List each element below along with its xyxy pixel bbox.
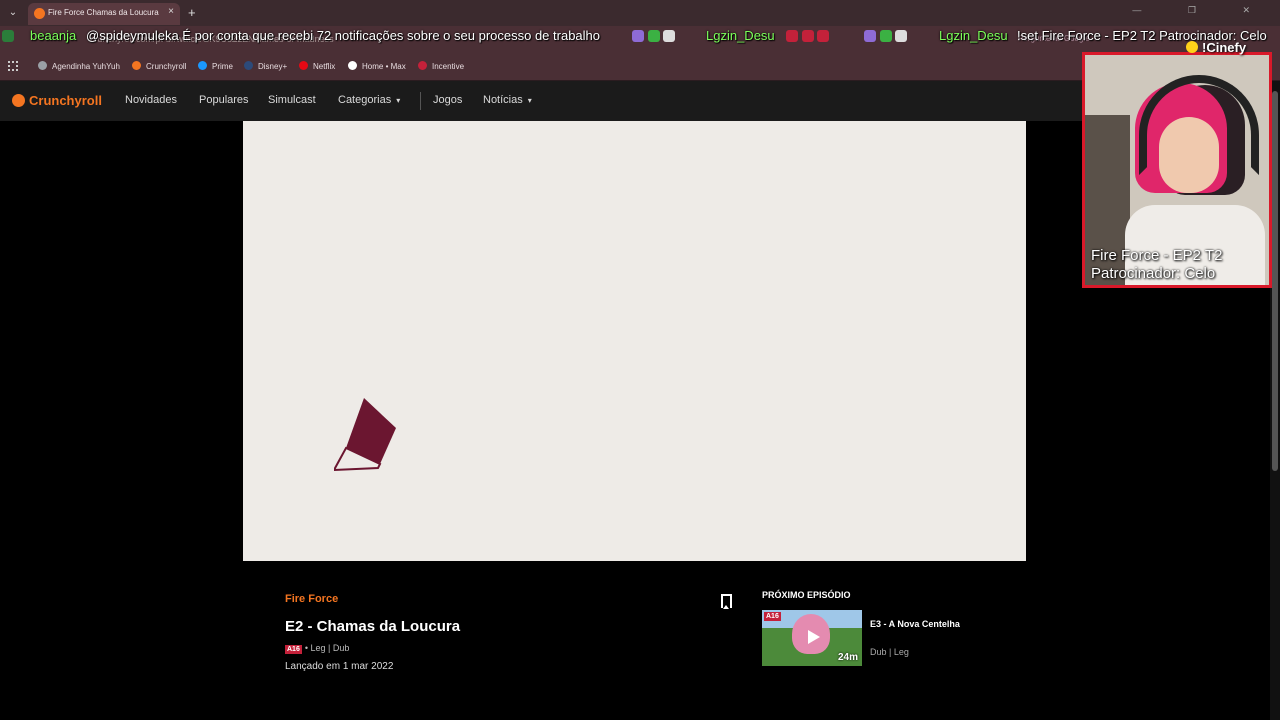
browser-tabstrip: ⌄ Fire Force Chamas da Loucura × + — ❐ ✕ — [0, 0, 1280, 26]
crunchyroll-logo-icon — [12, 94, 25, 107]
nav-novidades[interactable]: Novidades — [125, 94, 177, 106]
caption-line-2: Patrocinador: Celo — [1091, 265, 1216, 282]
episode-title: E2 - Chamas da Loucura — [285, 618, 461, 635]
chat-emotes — [632, 28, 676, 43]
bookmark-agendinha[interactable]: Agendinha YuhYuh — [38, 61, 120, 75]
video-player[interactable] — [243, 121, 1026, 561]
chevron-down-icon: ▾ — [396, 96, 401, 105]
chat-user-beaanja: beaanja — [30, 28, 77, 43]
netflix-icon — [299, 61, 308, 70]
bookmark-label: Netflix — [313, 62, 336, 71]
episode-rating-row: A16 • Leg | Dub — [285, 643, 349, 654]
series-link[interactable]: Fire Force — [285, 593, 338, 605]
bookmark-label: Crunchyroll — [146, 62, 187, 71]
browser-tab[interactable]: Fire Force Chamas da Loucura × — [28, 3, 180, 25]
max-icon — [348, 61, 357, 70]
play-icon[interactable] — [808, 630, 820, 644]
next-episode-title[interactable]: E3 - A Nova Centelha — [870, 619, 960, 629]
chat-emotes — [786, 28, 830, 43]
bookmark-crunchyroll[interactable]: Crunchyroll — [132, 61, 186, 75]
cinefy-command: !Cinefy — [1186, 40, 1246, 55]
release-date: Lançado em 1 mar 2022 — [285, 661, 394, 672]
audio-info: • Leg | Dub — [304, 643, 350, 653]
tab-title: Fire Force Chamas da Loucura — [48, 8, 159, 17]
nav-noticias[interactable]: Notícias ▾ — [483, 94, 532, 106]
crunchyroll-icon — [132, 61, 141, 70]
stream-chat-overlay: beaanja @spideymuleka É por conta que re… — [0, 26, 1280, 46]
smiley-icon — [1186, 41, 1198, 53]
bookmark-prime[interactable]: Prime — [198, 61, 233, 75]
bookmark-label: Prime — [212, 62, 233, 71]
chat-emotes — [864, 28, 908, 43]
nav-categorias[interactable]: Categorias ▾ — [338, 94, 400, 106]
new-tab-button[interactable]: + — [188, 5, 196, 20]
bookmark-incentive[interactable]: Incentive — [418, 61, 464, 75]
incentive-icon — [418, 61, 427, 70]
next-episode-meta: Dub | Leg — [870, 647, 909, 657]
caption-line-1: Fire Force - EP2 T2 — [1091, 247, 1223, 264]
cinefy-label: !Cinefy — [1202, 40, 1247, 55]
chat-user-lgzin-1: Lgzin_Desu — [706, 28, 775, 43]
nav-label: Categorias — [338, 94, 392, 106]
logo-text: Crunchyroll — [29, 93, 102, 108]
episode-duration: 24m — [837, 652, 858, 663]
bookmark-max[interactable]: Home • Max — [348, 61, 406, 75]
age-rating-badge: A16 — [764, 612, 781, 621]
scrollbar-thumb[interactable] — [1272, 91, 1278, 471]
next-episode-thumbnail[interactable]: A16 24m — [762, 610, 862, 666]
video-frame-book-illustration — [334, 398, 396, 472]
bookmark-label: Agendinha YuhYuh — [52, 62, 120, 71]
nav-divider — [420, 92, 421, 110]
nav-simulcast[interactable]: Simulcast — [268, 94, 316, 106]
bookmark-label: Home • Max — [362, 62, 406, 71]
bookmark-icon[interactable] — [721, 594, 732, 609]
streamer-webcam: Fire Force - EP2 T2 Patrocinador: Celo — [1082, 52, 1272, 288]
bookmark-label: Incentive — [432, 62, 465, 71]
apps-grid-icon[interactable] — [8, 61, 18, 71]
bookmark-disney[interactable]: Disney+ — [244, 61, 287, 75]
tab-list-icon[interactable]: ⌄ — [4, 4, 22, 22]
screen: ⌄ Fire Force Chamas da Loucura × + — ❐ ✕… — [0, 0, 1280, 720]
crunchyroll-favicon-icon — [34, 8, 45, 19]
nav-label: Notícias — [483, 94, 523, 106]
window-controls[interactable]: — ❐ ✕ — [1132, 5, 1272, 16]
age-rating-badge: A16 — [285, 645, 302, 654]
bookmark-netflix[interactable]: Netflix — [299, 61, 335, 75]
webcam-caption: Fire Force - EP2 T2 Patrocinador: Celo — [1091, 247, 1222, 283]
chat-emotes — [2, 28, 14, 43]
next-episode-label: PRÓXIMO EPISÓDIO — [762, 590, 851, 600]
nav-jogos[interactable]: Jogos — [433, 94, 462, 106]
chat-message-1: @spideymuleka É por conta que recebi 72 … — [86, 28, 601, 43]
close-tab-icon[interactable]: × — [168, 6, 174, 17]
crunchyroll-logo[interactable]: Crunchyroll — [12, 93, 102, 108]
prime-icon — [198, 61, 207, 70]
bookmark-label: Disney+ — [258, 62, 288, 71]
chevron-down-icon: ▾ — [527, 96, 532, 105]
chat-user-lgzin-2: Lgzin_Desu — [939, 28, 1008, 43]
disney-icon — [244, 61, 253, 70]
globe-icon — [38, 61, 47, 70]
nav-populares[interactable]: Populares — [199, 94, 249, 106]
